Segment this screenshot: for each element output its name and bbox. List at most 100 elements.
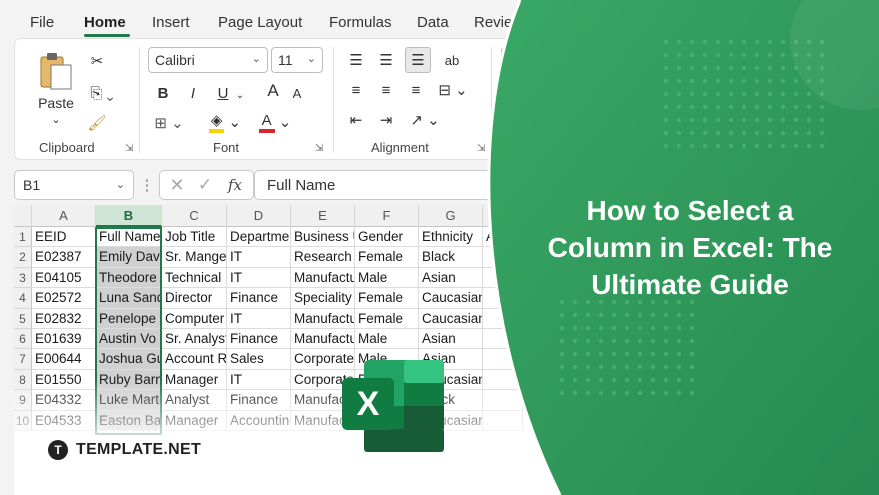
cell[interactable]: Asian [419, 267, 483, 289]
row-header[interactable]: 6 [14, 329, 32, 350]
cell[interactable]: Austin Vo [96, 329, 162, 350]
cell[interactable]: Theodore Dinh [96, 267, 162, 289]
menu-formulas[interactable]: Formulas [329, 14, 392, 31]
paste-button[interactable]: Paste ⌄ [33, 51, 79, 131]
cell[interactable]: Finance [227, 288, 291, 309]
menu-page-layout[interactable]: Page Layout [218, 14, 302, 31]
column-header-h[interactable]: H [483, 205, 523, 227]
increase-indent-icon[interactable]: ⇥ [375, 109, 397, 131]
font-name-dropdown[interactable]: Calibri ⌄ [148, 47, 268, 73]
cell[interactable]: Black [419, 247, 483, 268]
column-header-g[interactable]: G [419, 205, 483, 227]
column-header-b[interactable]: B [96, 205, 162, 227]
font-launcher-icon[interactable]: ⇲ [315, 143, 323, 154]
cell[interactable] [483, 288, 523, 309]
cell[interactable] [483, 308, 523, 329]
align-bottom-icon[interactable]: ☰ [405, 47, 431, 73]
cell[interactable]: Male [355, 267, 419, 289]
cell[interactable] [483, 247, 523, 268]
cell[interactable]: Joshua Gupta [96, 349, 162, 370]
clipboard-launcher-icon[interactable]: ⇲ [125, 143, 133, 154]
cell[interactable]: E02832 [32, 308, 96, 329]
cell[interactable]: IT [227, 267, 291, 289]
select-all-corner[interactable] [14, 205, 32, 227]
orientation-icon[interactable]: ↗ ⌄ [407, 109, 443, 131]
font-size-dropdown[interactable]: 11 ⌄ [271, 47, 323, 73]
row-header[interactable]: 2 [14, 247, 32, 268]
cell[interactable]: Emily Davis [96, 247, 162, 268]
cell[interactable]: Caucasian [419, 288, 483, 309]
name-box[interactable]: B1 ⌄ [14, 170, 134, 200]
row-header[interactable]: 1 [14, 227, 32, 248]
wrap-text-icon[interactable]: ab [439, 47, 465, 73]
copy-icon[interactable]: ⎘ ⌄ [85, 81, 119, 105]
cell[interactable]: Account R [162, 349, 227, 370]
column-header-e[interactable]: E [291, 205, 355, 227]
alignment-launcher-icon[interactable]: ⇲ [477, 143, 485, 154]
cell[interactable]: IT [227, 308, 291, 329]
cell[interactable]: Technical [162, 267, 227, 289]
cell[interactable]: Sales [227, 349, 291, 370]
cancel-icon[interactable]: ✕ [166, 174, 188, 196]
cell[interactable]: Asian [419, 329, 483, 350]
grow-font-button[interactable]: A [263, 79, 283, 103]
cell[interactable]: Director [162, 288, 227, 309]
enter-icon[interactable]: ✓ [194, 174, 216, 196]
cell[interactable]: Penelope Jordan [96, 308, 162, 329]
align-middle-icon[interactable]: ☰ [375, 49, 397, 71]
row-header[interactable]: 5 [14, 308, 32, 329]
more-options-icon[interactable]: ⋮ [140, 174, 155, 196]
menu-insert[interactable]: Insert [152, 14, 190, 31]
bold-button[interactable]: B [153, 81, 173, 105]
cell[interactable]: Luna Sanders [96, 288, 162, 309]
column-header-c[interactable]: C [162, 205, 227, 227]
fill-color-icon[interactable]: ◈ ⌄ [203, 109, 247, 135]
format-painter-icon[interactable]: 🖌 [85, 111, 109, 135]
paste-dropdown-icon[interactable]: ⌄ [33, 113, 79, 126]
column-header-d[interactable]: D [227, 205, 291, 227]
cell[interactable]: E01639 [32, 329, 96, 350]
cell[interactable]: IT [227, 247, 291, 268]
font-color-icon[interactable]: A ⌄ [253, 109, 297, 135]
menu-home[interactable]: Home [84, 14, 126, 31]
cell[interactable]: Speciality [291, 288, 355, 309]
cell[interactable]: Gender [355, 227, 419, 248]
cut-icon[interactable]: ✂ [85, 49, 109, 73]
cell[interactable]: Sr. Analyst [162, 329, 227, 350]
cell[interactable]: E02387 [32, 247, 96, 268]
italic-button[interactable]: I [183, 81, 203, 105]
column-header-a[interactable]: A [32, 205, 96, 227]
align-center-icon[interactable]: ≡ [375, 79, 397, 101]
align-right-icon[interactable]: ≡ [405, 79, 427, 101]
menu-review[interactable]: Review [474, 14, 523, 31]
cell[interactable] [483, 329, 523, 350]
cell[interactable]: Manufacturing [291, 267, 355, 289]
cell[interactable]: Age [483, 227, 523, 248]
cell[interactable]: Department [227, 227, 291, 248]
cell[interactable]: Job Title [162, 227, 227, 248]
shrink-font-button[interactable]: A [287, 81, 307, 105]
chevron-down-icon[interactable]: ⌄ [233, 83, 247, 107]
cell[interactable]: Full Name [96, 227, 162, 248]
cell[interactable] [483, 267, 523, 289]
borders-icon[interactable]: ⊞ ⌄ [151, 111, 187, 135]
number-format-dropdown[interactable]: Gen [501, 47, 571, 73]
menu-data[interactable]: Data [417, 14, 449, 31]
row-header[interactable]: 7 [14, 349, 32, 370]
cell[interactable] [483, 349, 523, 370]
cell[interactable]: Caucasian [419, 308, 483, 329]
cell[interactable]: Female [355, 288, 419, 309]
column-header-f[interactable]: F [355, 205, 419, 227]
cell[interactable]: Manufacturing [291, 308, 355, 329]
cell[interactable]: Computer [162, 308, 227, 329]
cell[interactable]: E04105 [32, 267, 96, 289]
menu-file[interactable]: File [30, 14, 54, 31]
cell[interactable]: E00644 [32, 349, 96, 370]
cell[interactable]: EEID [32, 227, 96, 248]
underline-button[interactable]: U [213, 81, 233, 105]
cell[interactable]: Business Unit [291, 227, 355, 248]
cell[interactable]: Female [355, 308, 419, 329]
cell[interactable]: Research [291, 247, 355, 268]
cell[interactable]: Finance [227, 329, 291, 350]
cell[interactable]: Male [355, 329, 419, 350]
